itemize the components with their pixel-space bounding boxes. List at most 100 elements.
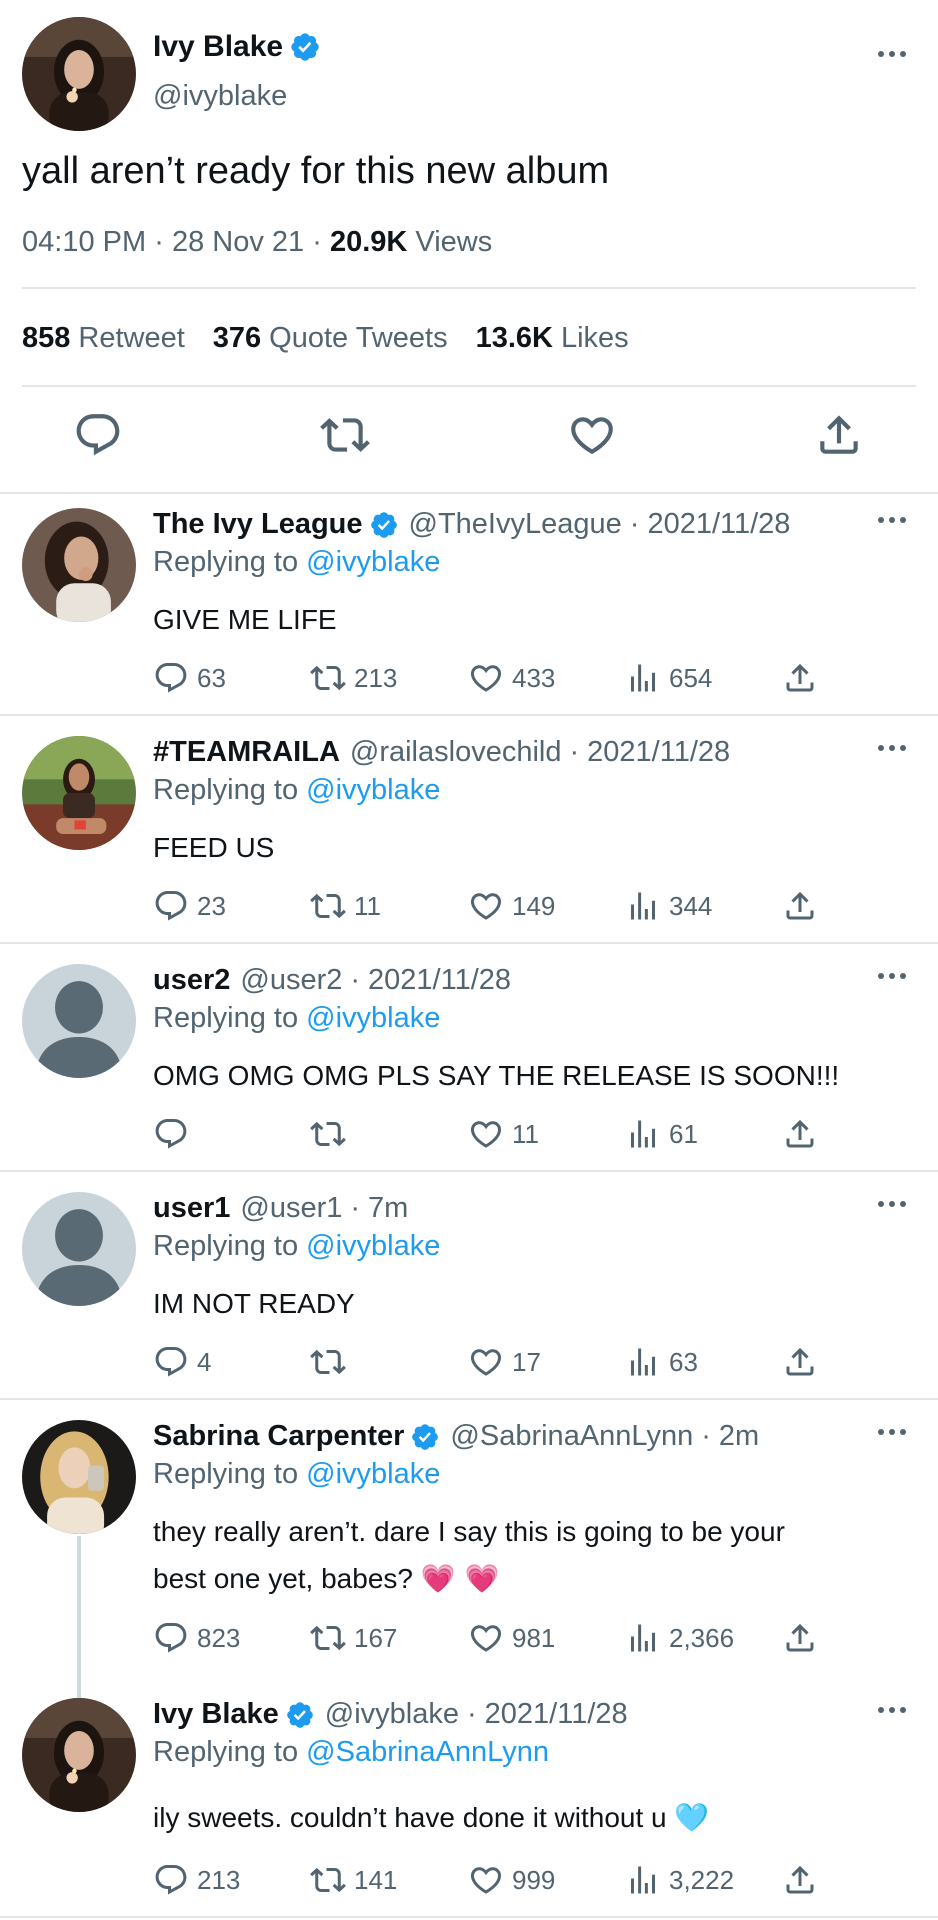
more-options-icon[interactable] [872,1698,912,1722]
more-options-icon[interactable] [872,1420,912,1444]
author-name[interactable]: The Ivy League [153,508,363,541]
views-button[interactable]: 344 [625,888,712,924]
reply-tweet[interactable]: user1 @user1 · 7m Replying to @ivyblake … [0,1178,938,1398]
like-button[interactable]: 149 [468,888,555,924]
like-button[interactable]: 17 [468,1344,541,1380]
reply-time[interactable]: 2021/11/28 [587,736,730,769]
mention-link[interactable]: @ivyblake [306,774,440,806]
reply-time[interactable]: 2021/11/28 [647,508,790,541]
avatar[interactable] [22,1698,136,1812]
mention-link[interactable]: @ivyblake [306,1002,440,1034]
replying-to: Replying to @ivyblake [153,546,440,579]
avatar[interactable] [22,1420,136,1534]
more-options-icon[interactable] [872,42,912,66]
views-button[interactable]: 63 [625,1344,698,1380]
avatar[interactable] [22,1192,136,1306]
reply-button[interactable]: 4 [153,1344,211,1380]
share-button[interactable] [782,1862,818,1898]
mention-link[interactable]: @ivyblake [306,1458,440,1490]
reply-tweet[interactable]: Sabrina Carpenter @SabrinaAnnLynn · 2m R… [0,1406,938,1682]
author-handle[interactable]: @user2 [240,964,342,997]
reply-tweet[interactable]: The Ivy League @TheIvyLeague · 2021/11/2… [0,494,938,714]
retweet-button[interactable] [310,1116,354,1152]
more-options-icon[interactable] [872,1192,912,1216]
author-handle[interactable]: @TheIvyLeague [409,508,622,541]
author-handle[interactable]: @ivyblake [153,80,287,113]
reply-time[interactable]: 2m [719,1420,759,1453]
mention-link[interactable]: @SabrinaAnnLynn [306,1736,549,1768]
replying-to: Replying to @ivyblake [153,1002,440,1035]
author-handle[interactable]: @SabrinaAnnLynn [450,1420,693,1453]
like-button[interactable]: 999 [468,1862,555,1898]
avatar[interactable] [22,17,136,131]
views-button[interactable]: 61 [625,1116,698,1152]
more-options-icon[interactable] [872,964,912,988]
reply-button[interactable]: 63 [153,660,226,696]
more-options-icon[interactable] [872,736,912,760]
author-name[interactable]: Sabrina Carpenter [153,1420,404,1453]
like-button[interactable]: 11 [468,1116,539,1152]
author-handle[interactable]: @ivyblake [325,1698,459,1731]
like-button[interactable]: 981 [468,1620,555,1656]
likes-stat[interactable]: 13.6K Likes [476,322,629,355]
likes-count: 13.6K [475,322,553,354]
retweet-button[interactable] [310,1344,354,1380]
share-button[interactable] [782,888,818,924]
divider [0,942,938,944]
retweet-button[interactable]: 167 [310,1620,397,1656]
retweet-icon[interactable] [320,410,370,460]
mention-link[interactable]: @ivyblake [306,1230,440,1262]
like-button[interactable]: 433 [468,660,555,696]
views-icon [625,1862,661,1898]
meta-separator: · [569,736,580,768]
like-icon[interactable] [567,410,617,460]
reply-text: IM NOT READY [153,1288,355,1319]
share-icon[interactable] [814,410,864,460]
author-name[interactable]: user2 [153,964,230,997]
like-count: 149 [512,890,556,921]
reply-time[interactable]: 7m [368,1192,408,1225]
more-options-icon[interactable] [872,508,912,532]
reply-icon[interactable] [73,410,123,460]
reply-tweet[interactable]: #TEAMRAILA @railaslovechild · 2021/11/28… [0,722,938,942]
reply-button[interactable] [153,1116,197,1152]
retweet-button[interactable]: 141 [310,1862,397,1898]
avatar[interactable] [22,736,136,850]
quotes-stat[interactable]: 376 Quote Tweets [213,322,448,355]
share-icon [782,1620,818,1656]
reply-text-segment: best one yet, babes? [153,1563,413,1594]
mention-link[interactable]: @ivyblake [306,546,440,578]
replying-to-label: Replying to [153,1736,299,1768]
avatar[interactable] [22,508,136,622]
author-name[interactable]: user1 [153,1192,230,1225]
reply-time[interactable]: 2021/11/28 [485,1698,628,1731]
author-handle[interactable]: @railaslovechild [350,736,562,769]
views-button[interactable]: 654 [625,660,712,696]
reply-header: #TEAMRAILA @railaslovechild · 2021/11/28 [153,736,730,769]
reply-time[interactable]: 2021/11/28 [368,964,511,997]
views-button[interactable]: 2,366 [625,1620,734,1656]
share-button[interactable] [782,660,818,696]
retweet-button[interactable]: 213 [310,660,397,696]
views-button[interactable]: 3,222 [625,1862,734,1898]
like-icon [468,1116,504,1152]
retweets-stat[interactable]: 858 Retweet [22,322,185,355]
reply-tweet[interactable]: Ivy Blake @ivyblake · 2021/11/28 Replyin… [0,1684,938,1920]
tweet-time[interactable]: 04:10 PM [22,226,146,258]
share-button[interactable] [782,1116,818,1152]
author-name[interactable]: Ivy Blake [153,1698,279,1731]
share-button[interactable] [782,1620,818,1656]
views-icon [625,1116,661,1152]
reply-button[interactable]: 823 [153,1620,240,1656]
reply-tweet[interactable]: user2 @user2 · 2021/11/28 Replying to @i… [0,950,938,1170]
author-name[interactable]: #TEAMRAILA [153,736,340,769]
author-name[interactable]: Ivy Blake [153,30,283,64]
share-button[interactable] [782,1344,818,1380]
reply-button[interactable]: 213 [153,1862,240,1898]
tweet-date[interactable]: 28 Nov 21 [172,226,304,258]
avatar[interactable] [22,964,136,1078]
meta-separator: · [629,508,640,540]
author-handle[interactable]: @user1 [240,1192,342,1225]
reply-button[interactable]: 23 [153,888,226,924]
retweet-button[interactable]: 11 [310,888,381,924]
